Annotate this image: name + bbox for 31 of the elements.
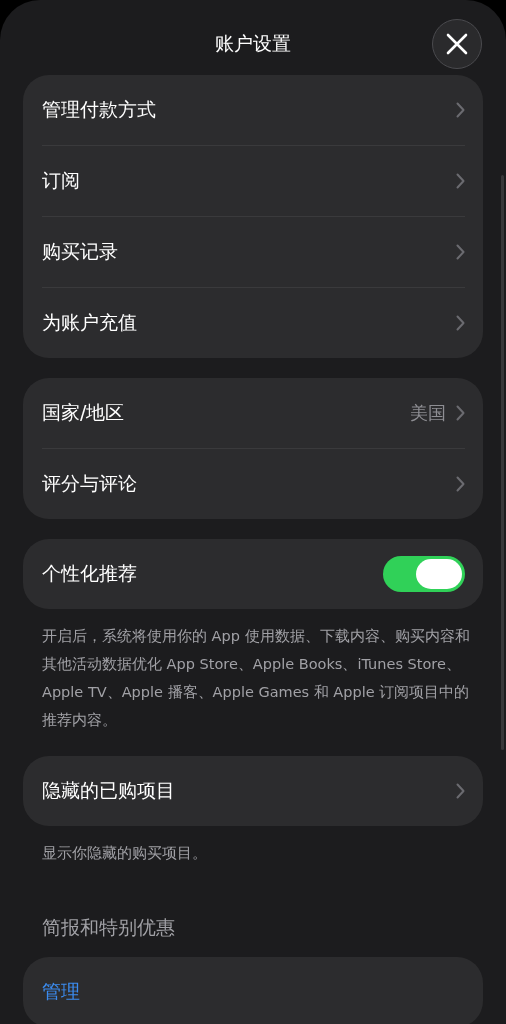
footer-note: 显示你隐藏的购买项目。 <box>41 844 208 863</box>
row-label: 隐藏的已购项目 <box>42 778 175 803</box>
chevron-icon <box>456 405 465 421</box>
settings-row[interactable]: 评分与评论 <box>23 449 483 519</box>
settings-row[interactable]: 国家/地区 美国 <box>23 378 483 448</box>
chevron-icon <box>456 783 465 799</box>
manage-link[interactable]: 管理 <box>42 979 80 1005</box>
chevron-icon <box>456 102 465 118</box>
row-label: 购买记录 <box>42 239 118 264</box>
toggle-switch[interactable] <box>383 556 465 592</box>
close-icon <box>446 33 468 55</box>
chevron-icon <box>456 315 465 331</box>
chevron-icon <box>456 173 465 189</box>
section-heading: 简报和特别优惠 <box>41 915 176 940</box>
settings-row[interactable]: 隐藏的已购项目 <box>23 756 483 826</box>
row-value: 美国 <box>410 401 446 425</box>
row-label: 为账户充值 <box>42 310 137 335</box>
settings-row[interactable]: 管理付款方式 <box>23 75 483 145</box>
settings-row[interactable]: 购买记录 <box>23 217 483 287</box>
row-label: 订阅 <box>42 168 80 193</box>
footer-note: 开启后，系统将使用你的 App 使用数据、下载内容、购买内容和其他活动数据优化 App Store、Apple Books、iTunes Store、Apple TV、Apple 播客、Apple Games 和 Apple 订阅项目中的推荐内容。 <box>41 627 471 730</box>
row-label: 个性化推荐 <box>42 561 137 586</box>
settings-row[interactable]: 为账户充值 <box>23 288 483 358</box>
settings-row[interactable]: 订阅 <box>23 146 483 216</box>
chevron-icon <box>456 476 465 492</box>
row-label: 国家/地区 <box>42 400 125 425</box>
row-label: 评分与评论 <box>42 471 137 496</box>
close-button[interactable] <box>432 19 482 69</box>
chevron-icon <box>456 244 465 260</box>
window-title: 账户设置 <box>215 30 291 56</box>
row-label: 管理付款方式 <box>42 97 156 122</box>
